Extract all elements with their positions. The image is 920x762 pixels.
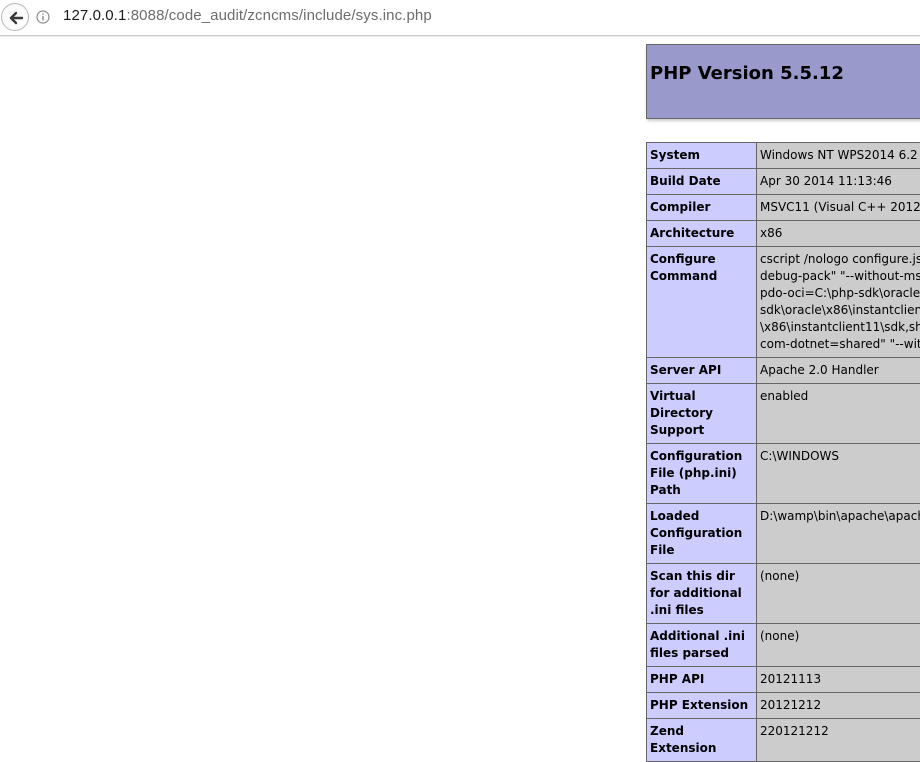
url-field[interactable]: 127.0.0.1:8088/code_audit/zcncms/include… [63, 7, 432, 24]
row-value-line: D:\wamp\bin\apache\apach [760, 508, 920, 525]
table-row: Server APIApache 2.0 Handler [647, 358, 920, 384]
row-value: (none) [757, 564, 920, 624]
row-value-line: C:\WINDOWS [760, 448, 920, 465]
table-row: Architecturex86 [647, 221, 920, 247]
row-value: 20121113 [757, 667, 920, 693]
row-label: Build Date [647, 169, 757, 195]
row-label: PHP API [647, 667, 757, 693]
row-value-line: 20121212 [760, 697, 920, 714]
table-row: CompilerMSVC11 (Visual C++ 2012) [647, 195, 920, 221]
row-value: Windows NT WPS2014 6.2 b [757, 143, 920, 169]
row-label: Loaded Configuration File [647, 504, 757, 564]
table-row: Additional .ini files parsed(none) [647, 624, 920, 667]
row-value: 220121212 [757, 719, 920, 762]
row-value-line: sdk\oracle\x86\instantclient [760, 302, 920, 319]
row-value-line: x86 [760, 225, 920, 242]
row-value: (none) [757, 624, 920, 667]
row-label: Configure Command [647, 247, 757, 358]
row-value: x86 [757, 221, 920, 247]
url-host: 127.0.0.1 [63, 7, 126, 24]
table-row: Build DateApr 30 2014 11:13:46 [647, 169, 920, 195]
table-row: Loaded Configuration FileD:\wamp\bin\apa… [647, 504, 920, 564]
url-path: :8088/code_audit/zcncms/include/sys.inc.… [126, 7, 431, 24]
row-value-line: Apache 2.0 Handler [760, 362, 920, 379]
row-value: cscript /nologo configure.jsdebug-pack" … [757, 247, 920, 358]
row-value-line: MSVC11 (Visual C++ 2012) [760, 199, 920, 216]
php-version-title: PHP Version 5.5.12 [650, 63, 844, 84]
row-value-line: cscript /nologo configure.js [760, 251, 920, 268]
row-label: Scan this dir for additional .ini files [647, 564, 757, 624]
table-row: Virtual Directory Supportenabled [647, 384, 920, 444]
phpinfo-content: PHP Version 5.5.12 SystemWindows NT WPS2… [646, 44, 920, 119]
row-label: Compiler [647, 195, 757, 221]
table-row: PHP Extension20121212 [647, 693, 920, 719]
row-label: Server API [647, 358, 757, 384]
row-value-line: com-dotnet=shared" "--with [760, 336, 920, 353]
row-value-line: 20121113 [760, 671, 920, 688]
row-value: D:\wamp\bin\apache\apach [757, 504, 920, 564]
row-value-line: (none) [760, 628, 920, 645]
row-value: C:\WINDOWS [757, 444, 920, 504]
site-info-icon[interactable] [36, 10, 50, 24]
table-row: SystemWindows NT WPS2014 6.2 b [647, 143, 920, 169]
table-row: Configuration File (php.ini) PathC:\WIND… [647, 444, 920, 504]
row-label: Virtual Directory Support [647, 384, 757, 444]
row-value-line: enabled [760, 388, 920, 405]
php-version-header: PHP Version 5.5.12 [646, 44, 920, 119]
row-label: Zend Extension [647, 719, 757, 762]
row-label: Architecture [647, 221, 757, 247]
row-value: enabled [757, 384, 920, 444]
row-value: Apache 2.0 Handler [757, 358, 920, 384]
table-row: Scan this dir for additional .ini files(… [647, 564, 920, 624]
table-row: Configure Commandcscript /nologo configu… [647, 247, 920, 358]
back-arrow-icon [8, 10, 24, 26]
row-value: MSVC11 (Visual C++ 2012) [757, 195, 920, 221]
row-label: Configuration File (php.ini) Path [647, 444, 757, 504]
address-bar: 127.0.0.1:8088/code_audit/zcncms/include… [0, 0, 920, 36]
row-value-line: pdo-oci=C:\php-sdk\oracle\ [760, 285, 920, 302]
row-value-line: 220121212 [760, 723, 920, 740]
row-value: 20121212 [757, 693, 920, 719]
row-value-line: Apr 30 2014 11:13:46 [760, 173, 920, 190]
table-row: PHP API20121113 [647, 667, 920, 693]
row-value-line: debug-pack" "--without-ms [760, 268, 920, 285]
row-value: Apr 30 2014 11:13:46 [757, 169, 920, 195]
row-value-line: (none) [760, 568, 920, 585]
row-label: System [647, 143, 757, 169]
row-value-line: Windows NT WPS2014 6.2 b [760, 147, 920, 164]
phpinfo-table: SystemWindows NT WPS2014 6.2 bBuild Date… [646, 142, 920, 762]
row-value-line: \x86\instantclient11\sdk,sha [760, 319, 920, 336]
back-button[interactable] [1, 3, 29, 31]
row-label: PHP Extension [647, 693, 757, 719]
table-row: Zend Extension220121212 [647, 719, 920, 762]
row-label: Additional .ini files parsed [647, 624, 757, 667]
